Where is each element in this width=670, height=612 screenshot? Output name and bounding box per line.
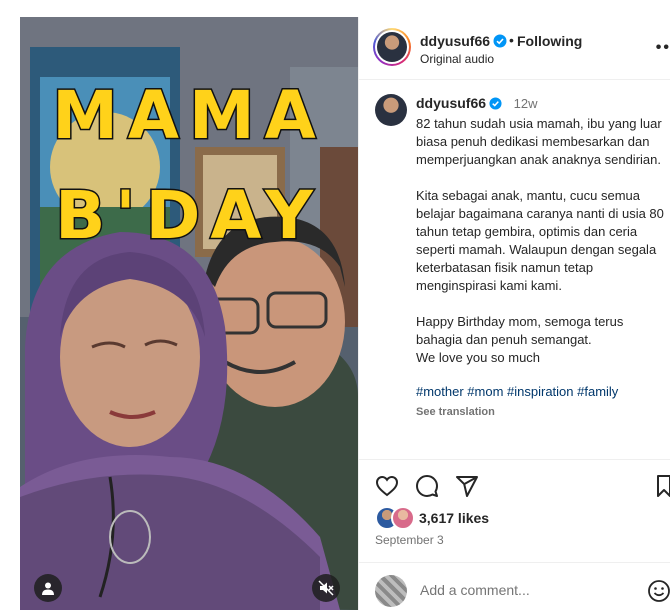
post-media[interactable]: MAMA B'DAY xyxy=(20,17,358,610)
author-avatar[interactable] xyxy=(373,28,411,66)
user-icon xyxy=(42,582,54,595)
caption-text: 82 tahun sudah usia mamah, ibu yang luar… xyxy=(416,116,664,365)
comment-bubble-icon[interactable] xyxy=(415,474,439,498)
tagged-user-button[interactable] xyxy=(34,574,62,602)
post-date[interactable]: September 3 xyxy=(375,533,444,547)
see-translation-link[interactable]: See translation xyxy=(416,403,670,421)
overlay-title-line2: B'DAY xyxy=(54,176,323,256)
caption-author-avatar[interactable] xyxy=(375,94,407,126)
like-heart-icon[interactable] xyxy=(375,474,399,498)
post-details-panel: ddyusuf66 • Following Original audio •• … xyxy=(358,17,670,610)
add-comment-section xyxy=(359,562,670,612)
post-timestamp[interactable]: 12w xyxy=(514,96,538,111)
verified-badge-icon xyxy=(493,34,507,48)
hashtag-links[interactable]: #mother #mom #inspiration #family xyxy=(416,383,670,401)
author-username[interactable]: ddyusuf66 xyxy=(420,33,507,49)
speaker-muted-icon xyxy=(318,580,334,596)
post-actions: 3,617 likes September 3 xyxy=(359,459,670,611)
likes-count[interactable]: 3,617 likes xyxy=(419,510,489,526)
current-user-avatar xyxy=(375,575,407,607)
overlay-title-line1: MAMA xyxy=(51,76,326,156)
more-options-icon[interactable]: •• xyxy=(656,39,670,57)
emoji-icon[interactable] xyxy=(647,579,670,603)
post-caption: ddyusuf66 12w 82 tahun sudah usia mamah,… xyxy=(416,94,670,421)
post-modal: MAMA B'DAY ddyusuf66 • Following Origina… xyxy=(0,0,670,610)
following-button[interactable]: Following xyxy=(517,33,582,49)
comment-input[interactable] xyxy=(420,582,620,598)
separator-dot: • xyxy=(509,32,514,48)
save-bookmark-icon[interactable] xyxy=(657,474,670,498)
verified-badge-icon xyxy=(489,97,502,110)
likes-summary[interactable]: 3,617 likes xyxy=(375,506,489,530)
caption-username[interactable]: ddyusuf66 xyxy=(416,95,486,111)
share-send-icon[interactable] xyxy=(455,474,479,498)
liker-avatar xyxy=(391,506,415,530)
post-header: ddyusuf66 • Following Original audio •• xyxy=(359,17,670,80)
mute-button[interactable] xyxy=(312,574,340,602)
author-avatar-image xyxy=(377,32,407,62)
original-audio-link[interactable]: Original audio xyxy=(420,52,494,66)
